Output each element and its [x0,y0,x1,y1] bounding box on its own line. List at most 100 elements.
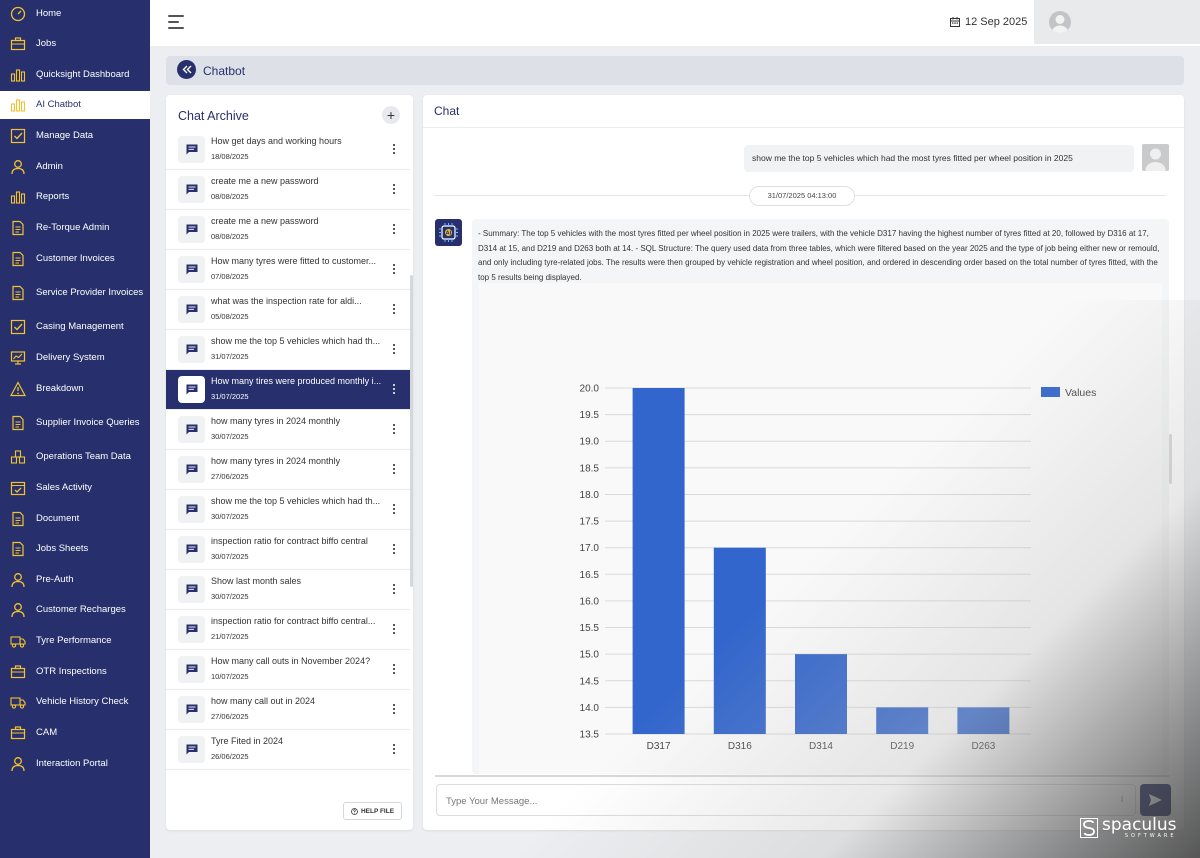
bar-chart-icon [10,67,26,83]
x-tick-label: D219 [890,741,914,752]
more-vertical-icon[interactable] [390,422,398,438]
sidebar-item-tyre-performance[interactable]: Tyre Performance [0,627,150,655]
user-icon [10,159,26,175]
sidebar-item-breakdown[interactable]: Breakdown [0,375,150,403]
more-vertical-icon[interactable] [390,262,398,278]
document-icon [10,251,26,267]
bar-chart-icon [10,97,26,113]
sidebar-item-label: Reports [36,191,70,202]
more-vertical-icon[interactable] [390,662,398,678]
chat-archive-item[interactable]: create me a new password 08/08/2025 [166,170,410,210]
chat-archive-item[interactable]: how many tyres in 2024 monthly 30/07/2025 [166,410,410,450]
more-vertical-icon[interactable] [390,342,398,358]
sidebar-item-re-torque-admin[interactable]: Re-Torque Admin [0,214,150,242]
y-tick-label: 18.0 [580,490,600,501]
monitor-chart-icon [10,350,26,366]
sidebar-item-operations-team-data[interactable]: Operations Team Data [0,443,150,471]
sidebar-item-document[interactable]: Document [0,505,150,533]
chat-archive-item-title: show me the top 5 vehicles which had th.… [211,496,381,506]
sidebar-item-pre-auth[interactable]: Pre-Auth [0,566,150,594]
sidebar-item-label: Service Provider Invoices [36,287,144,298]
bot-avatar: AI [435,219,462,246]
sidebar-item-label: Manage Data [36,130,94,141]
more-vertical-icon[interactable] [390,622,398,638]
sidebar-item-jobs-sheets[interactable]: Jobs Sheets [0,535,150,563]
user-avatar-icon [1145,148,1166,171]
more-vertical-icon[interactable] [390,702,398,718]
chat-archive-item[interactable]: how many call out in 2024 27/06/2025 [166,690,410,730]
more-vertical-icon[interactable] [390,502,398,518]
chat-archive-item[interactable]: show me the top 5 vehicles which had th.… [166,330,410,370]
sidebar-item-reports[interactable]: Reports [0,183,150,211]
sidebar-item-manage-data[interactable]: Manage Data [0,122,150,150]
avatar[interactable] [1049,11,1071,33]
sidebar-item-home[interactable]: Home [0,2,150,27]
sidebar-item-supplier-invoice-queries[interactable]: Supplier Invoice Queries [0,405,150,441]
chat-archive-item-title: how many call out in 2024 [211,696,316,706]
help-file-button[interactable]: HELP FILE [343,802,402,820]
menu-toggle-icon[interactable] [168,15,184,29]
more-vertical-icon[interactable] [390,142,398,158]
sidebar-item-interaction-portal[interactable]: Interaction Portal [0,750,150,778]
chat-archive-item[interactable]: inspection ratio for contract biffo cent… [166,610,410,650]
sidebar-item-label: Jobs Sheets [36,543,89,554]
y-tick-label: 16.5 [580,570,600,581]
calendar-check-icon [10,480,26,496]
sidebar-item-sales-activity[interactable]: Sales Activity [0,474,150,502]
more-vertical-icon[interactable] [390,542,398,558]
chat-archive-item[interactable]: create me a new password 08/08/2025 [166,210,410,250]
sidebar-item-customer-invoices[interactable]: Customer Invoices [0,245,150,273]
message-input[interactable] [446,793,1106,809]
sidebar: Home Jobs Quicksight Dashboard AI Chatbot Ma… [0,0,150,858]
chat-bubble-icon [178,336,205,363]
chat-archive-item[interactable]: How many tires were produced monthly i..… [166,370,410,410]
chat-archive-item-title: How many tires were produced monthly i..… [211,376,382,386]
sidebar-item-vehicle-history-check[interactable]: Vehicle History Check [0,688,150,716]
bar-d316 [713,547,766,734]
sidebar-item-ai-chatbot[interactable]: AI Chatbot [0,91,150,119]
chat-scrollbar[interactable] [1169,434,1172,484]
more-vertical-icon[interactable] [390,742,398,758]
document-icon [10,285,26,301]
more-vertical-icon[interactable] [390,222,398,238]
chat-archive-item-date: 07/08/2025 [211,272,249,281]
sidebar-item-service-provider-invoices[interactable]: Service Provider Invoices [0,275,150,311]
user-message-avatar [1142,144,1169,171]
sidebar-item-casing-management[interactable]: Casing Management [0,313,150,341]
chat-archive-item[interactable]: inspection ratio for contract biffo cent… [166,530,410,570]
chat-bubble-icon [178,216,205,243]
chat-archive-item-title: create me a new password [211,216,319,226]
archive-scrollbar[interactable] [410,275,413,587]
more-vertical-icon[interactable] [390,302,398,318]
chat-archive-item[interactable]: how many tyres in 2024 monthly 27/06/2025 [166,450,410,490]
user-icon [10,756,26,772]
sidebar-item-quicksight-dashboard[interactable]: Quicksight Dashboard [0,61,150,89]
chat-archive-item-title: what was the inspection rate for aldi... [211,296,362,306]
back-button[interactable] [177,60,196,79]
document-icon [10,511,26,527]
chat-archive-item[interactable]: How get days and working hours 18/08/2025 [166,130,410,170]
more-vertical-icon[interactable] [390,462,398,478]
sidebar-item-label: Re-Torque Admin [36,222,110,233]
chat-archive-item[interactable]: Show last month sales 30/07/2025 [166,570,410,610]
chat-archive-item[interactable]: How many tyres were fitted to customer..… [166,250,410,290]
spaculus-logo-icon [1080,818,1098,838]
send-button[interactable] [1140,784,1171,816]
chat-archive-item[interactable]: How many call outs in November 2024? 10/0… [166,650,410,690]
new-chat-button[interactable]: + [382,106,400,124]
sidebar-item-jobs[interactable]: Jobs [0,30,150,58]
chat-archive-item[interactable]: Tyre Fited in 2024 26/06/2025 [166,730,410,770]
sidebar-item-delivery-system[interactable]: Delivery System [0,344,150,372]
chat-archive-item[interactable]: show me the top 5 vehicles which had th.… [166,490,410,530]
sidebar-item-label: Vehicle History Check [36,696,129,707]
more-vertical-icon[interactable] [390,582,398,598]
sidebar-item-customer-recharges[interactable]: Customer Recharges [0,596,150,624]
checkbox-icon [10,128,26,144]
more-vertical-icon[interactable] [390,182,398,198]
sidebar-item-otr-inspections[interactable]: OTR Inspections [0,658,150,686]
sidebar-item-admin[interactable]: Admin [0,153,150,181]
more-vertical-icon[interactable] [390,382,398,398]
sidebar-item-label: Supplier Invoice Queries [36,417,140,428]
chat-archive-item[interactable]: what was the inspection rate for aldi...… [166,290,410,330]
sidebar-item-cam[interactable]: CAM [0,719,150,747]
